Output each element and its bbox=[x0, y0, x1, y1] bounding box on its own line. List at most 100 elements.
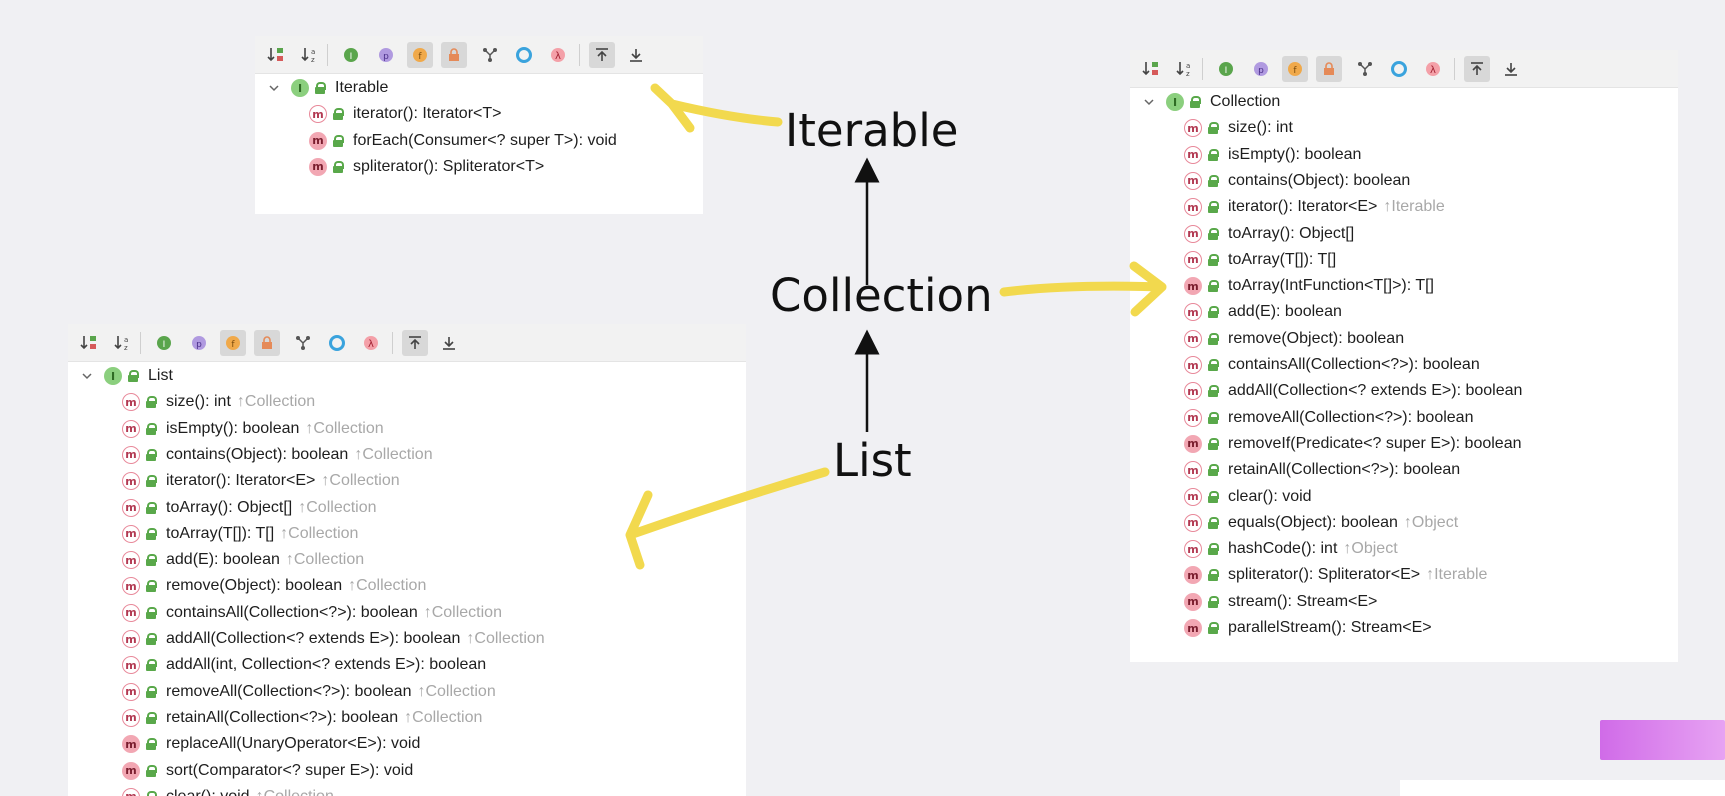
autoscroll-to-source-button[interactable] bbox=[1464, 56, 1490, 82]
method-signature: spliterator(): Spliterator<T> bbox=[353, 157, 545, 175]
show-anonymous-classes-button[interactable] bbox=[1352, 56, 1378, 82]
method-row[interactable]: m hashCode(): int ↑Object bbox=[1184, 537, 1398, 561]
abstract-method-icon: m bbox=[122, 630, 140, 648]
autoscroll-from-source-button[interactable] bbox=[623, 42, 649, 68]
method-row[interactable]: m spliterator(): Spliterator<E> ↑Iterable bbox=[1184, 563, 1487, 587]
method-row[interactable]: m forEach(Consumer<? super T>): void bbox=[309, 129, 617, 153]
method-row[interactable]: m addAll(Collection<? extends E>): boolea… bbox=[1184, 379, 1522, 403]
method-row[interactable]: m remove(Object): boolean ↑Collection bbox=[122, 574, 426, 598]
show-fields-button[interactable]: f bbox=[407, 42, 433, 68]
show-non-public-icon bbox=[449, 48, 459, 61]
autoscroll-to-source-button[interactable] bbox=[402, 330, 428, 356]
show-anonymous-classes-button[interactable] bbox=[290, 330, 316, 356]
tree-root-node[interactable]: I Iterable bbox=[267, 76, 388, 100]
sort-alphabetically-button[interactable]: az bbox=[1172, 56, 1198, 82]
show-lambda-button[interactable]: λ bbox=[1420, 56, 1446, 82]
show-properties-button[interactable]: p bbox=[373, 42, 399, 68]
structure-toolbar: az Ip f λ bbox=[255, 36, 703, 74]
method-row[interactable]: m size(): int bbox=[1184, 116, 1293, 140]
chevron-down-icon[interactable] bbox=[267, 81, 281, 95]
method-row[interactable]: m retainAll(Collection<?>): boolean ↑Colle… bbox=[122, 706, 482, 730]
method-row[interactable]: m removeAll(Collection<?>): boolean bbox=[1184, 406, 1473, 430]
method-row[interactable]: m contains(Object): boolean bbox=[1184, 169, 1410, 193]
method-signature: size(): int bbox=[166, 393, 231, 411]
inherited-from-label: ↑Collection bbox=[404, 708, 483, 726]
method-row[interactable]: m stream(): Stream<E> bbox=[1184, 590, 1377, 614]
method-row[interactable]: m toArray(T[]): T[] ↑Collection bbox=[122, 522, 358, 546]
show-properties-button[interactable]: p bbox=[186, 330, 212, 356]
structure-toolbar: az Ip f λ bbox=[68, 324, 746, 362]
public-visibility-icon bbox=[333, 160, 344, 173]
public-visibility-icon bbox=[146, 501, 157, 514]
tree-root-node[interactable]: I Collection bbox=[1142, 90, 1280, 114]
method-row[interactable]: m add(E): boolean bbox=[1184, 300, 1342, 324]
show-fields-button[interactable]: f bbox=[1282, 56, 1308, 82]
autoscroll-from-source-button[interactable] bbox=[1498, 56, 1524, 82]
method-row[interactable]: m isEmpty(): boolean bbox=[1184, 143, 1361, 167]
show-non-public-button[interactable] bbox=[441, 42, 467, 68]
method-row[interactable]: m toArray(): Object[] bbox=[1184, 222, 1354, 246]
method-signature: contains(Object): boolean bbox=[1228, 171, 1411, 189]
method-row[interactable]: m removeAll(Collection<?>): boolean ↑Colle… bbox=[122, 680, 496, 704]
show-lambdas-button[interactable] bbox=[1386, 56, 1412, 82]
method-row[interactable]: m size(): int ↑Collection bbox=[122, 390, 315, 414]
method-row[interactable]: m iterator(): Iterator<T> bbox=[309, 102, 502, 126]
chevron-down-icon[interactable] bbox=[80, 369, 94, 383]
autoscroll-to-source-button[interactable] bbox=[589, 42, 615, 68]
method-row[interactable]: m toArray(): Object[] ↑Collection bbox=[122, 496, 377, 520]
method-row[interactable]: m clear(): void ↑Collection bbox=[122, 785, 334, 796]
method-row[interactable]: m retainAll(Collection<?>): boolean bbox=[1184, 458, 1460, 482]
show-fields-icon: f bbox=[226, 336, 240, 350]
inherited-from-label: ↑Object bbox=[1403, 513, 1459, 531]
show-inherited-button[interactable]: I bbox=[339, 42, 365, 68]
sort-by-visibility-button[interactable] bbox=[263, 42, 289, 68]
method-row[interactable]: m parallelStream(): Stream<E> bbox=[1184, 616, 1432, 640]
show-non-public-icon bbox=[262, 336, 272, 349]
sort-alphabetically-button[interactable]: az bbox=[297, 42, 323, 68]
show-lambda-button[interactable]: λ bbox=[545, 42, 571, 68]
show-inherited-button[interactable]: I bbox=[152, 330, 178, 356]
method-row[interactable]: m add(E): boolean ↑Collection bbox=[122, 548, 364, 572]
method-row[interactable]: m iterator(): Iterator<E> ↑Collection bbox=[122, 469, 400, 493]
show-lambdas-button[interactable] bbox=[511, 42, 537, 68]
method-row[interactable]: m toArray(IntFunction<T[]>): T[] bbox=[1184, 274, 1434, 298]
show-properties-button[interactable]: p bbox=[1248, 56, 1274, 82]
method-row[interactable]: m iterator(): Iterator<E> ↑Iterable bbox=[1184, 195, 1445, 219]
method-row[interactable]: m clear(): void bbox=[1184, 485, 1312, 509]
toolbar-separator bbox=[392, 332, 393, 354]
show-anonymous-classes-button[interactable] bbox=[477, 42, 503, 68]
show-inherited-button[interactable]: I bbox=[1214, 56, 1240, 82]
show-non-public-button[interactable] bbox=[1316, 56, 1342, 82]
show-lambdas-button[interactable] bbox=[324, 330, 350, 356]
show-fields-button[interactable]: f bbox=[220, 330, 246, 356]
method-row[interactable]: m spliterator(): Spliterator<T> bbox=[309, 155, 544, 179]
method-signature: isEmpty(): boolean bbox=[166, 419, 300, 437]
method-row[interactable]: m equals(Object): boolean ↑Object bbox=[1184, 511, 1458, 535]
method-row[interactable]: m toArray(T[]): T[] bbox=[1184, 248, 1336, 272]
method-row[interactable]: m containsAll(Collection<?>): boolean bbox=[1184, 353, 1480, 377]
show-lambda-button[interactable]: λ bbox=[358, 330, 384, 356]
public-visibility-icon bbox=[1208, 490, 1219, 503]
method-row[interactable]: m containsAll(Collection<?>): boolean ↑Col… bbox=[122, 601, 502, 625]
sort-by-visibility-button[interactable] bbox=[1138, 56, 1164, 82]
method-row[interactable]: m addAll(int, Collection<? extends E>): b… bbox=[122, 653, 486, 677]
autoscroll-from-source-button[interactable] bbox=[436, 330, 462, 356]
method-row[interactable]: m contains(Object): boolean ↑Collection bbox=[122, 443, 433, 467]
method-row[interactable]: m sort(Comparator<? super E>): void bbox=[122, 759, 413, 783]
method-row[interactable]: m remove(Object): boolean bbox=[1184, 327, 1404, 351]
tree-root-node[interactable]: I List bbox=[80, 364, 173, 388]
svg-text:p: p bbox=[383, 52, 389, 62]
sort-alphabetically-button[interactable]: az bbox=[110, 330, 136, 356]
method-icon: m bbox=[309, 131, 327, 150]
method-row[interactable]: m replaceAll(UnaryOperator<E>): void bbox=[122, 732, 420, 756]
show-non-public-button[interactable] bbox=[254, 330, 280, 356]
method-icon: m bbox=[1184, 277, 1202, 296]
method-row[interactable]: m addAll(Collection<? extends E>): boolea… bbox=[122, 627, 545, 651]
method-icon: m bbox=[122, 761, 140, 780]
method-row[interactable]: m removeIf(Predicate<? super E>): boolean bbox=[1184, 432, 1522, 456]
method-signature: containsAll(Collection<?>): boolean bbox=[1228, 356, 1480, 373]
method-row[interactable]: m isEmpty(): boolean ↑Collection bbox=[122, 417, 384, 441]
chevron-down-icon[interactable] bbox=[1142, 95, 1156, 109]
abstract-method-icon: m bbox=[1184, 224, 1202, 243]
sort-by-visibility-button[interactable] bbox=[76, 330, 102, 356]
